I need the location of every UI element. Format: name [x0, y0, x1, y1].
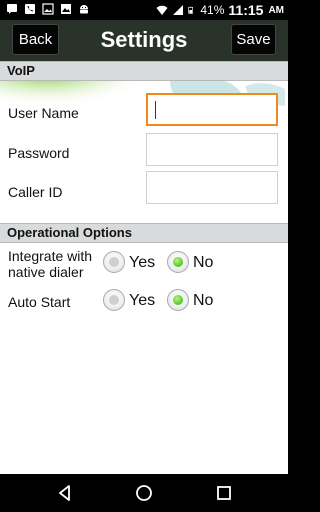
notification-icons: [6, 3, 90, 15]
radio-dot: [109, 295, 119, 305]
operational-section-header: Operational Options: [0, 223, 288, 243]
auto-start-yes-radio[interactable]: [103, 289, 125, 311]
radio-dot-selected: [173, 295, 183, 305]
radio-dot: [109, 257, 119, 267]
message-icon: [7, 4, 17, 14]
back-triangle-icon[interactable]: [56, 484, 74, 502]
integrate-yes-label[interactable]: Yes: [129, 254, 155, 272]
save-button[interactable]: Save: [231, 24, 276, 55]
auto-start-no-radio[interactable]: [167, 289, 189, 311]
settings-content: VoIP User Name Password Caller ID Operat…: [0, 61, 288, 474]
integrate-label-line1: Integrate with: [8, 248, 93, 264]
status-bar: 41% 11:15 AM: [0, 0, 288, 20]
status-right: 41% 11:15 AM: [156, 0, 284, 20]
battery-percent: 41%: [200, 3, 225, 17]
signal-icon: [173, 5, 184, 15]
recents-square-icon[interactable]: [215, 484, 233, 502]
wifi-icon: [156, 5, 168, 15]
gallery-icon: [42, 3, 54, 15]
photo-icon: [61, 4, 71, 14]
password-label: Password: [8, 145, 70, 161]
password-field[interactable]: [146, 133, 278, 166]
caller-id-label: Caller ID: [8, 184, 63, 200]
voip-section-header: VoIP: [0, 61, 288, 81]
navigation-bar: [0, 474, 288, 512]
android-icon: [80, 5, 88, 14]
clock-ampm: AM: [268, 4, 284, 16]
text-caret: [155, 101, 156, 119]
integrate-label: Integrate with native dialer: [8, 248, 92, 280]
clock: 11:15: [228, 2, 264, 18]
radio-dot-selected: [173, 257, 183, 267]
integrate-no-label[interactable]: No: [193, 254, 213, 272]
auto-start-label: Auto Start: [8, 294, 71, 310]
home-circle-icon[interactable]: [135, 484, 153, 502]
integrate-yes-radio[interactable]: [103, 251, 125, 273]
user-name-field[interactable]: [146, 93, 278, 126]
user-name-label: User Name: [8, 105, 79, 121]
auto-start-no-label[interactable]: No: [193, 292, 213, 310]
caller-id-field[interactable]: [146, 171, 278, 204]
phone-icon: [25, 4, 35, 14]
title-bar: Back Settings Save: [0, 20, 288, 61]
auto-start-yes-label[interactable]: Yes: [129, 292, 155, 310]
battery-icon: [188, 6, 194, 14]
integrate-label-line2: native dialer: [8, 264, 84, 280]
integrate-no-radio[interactable]: [167, 251, 189, 273]
